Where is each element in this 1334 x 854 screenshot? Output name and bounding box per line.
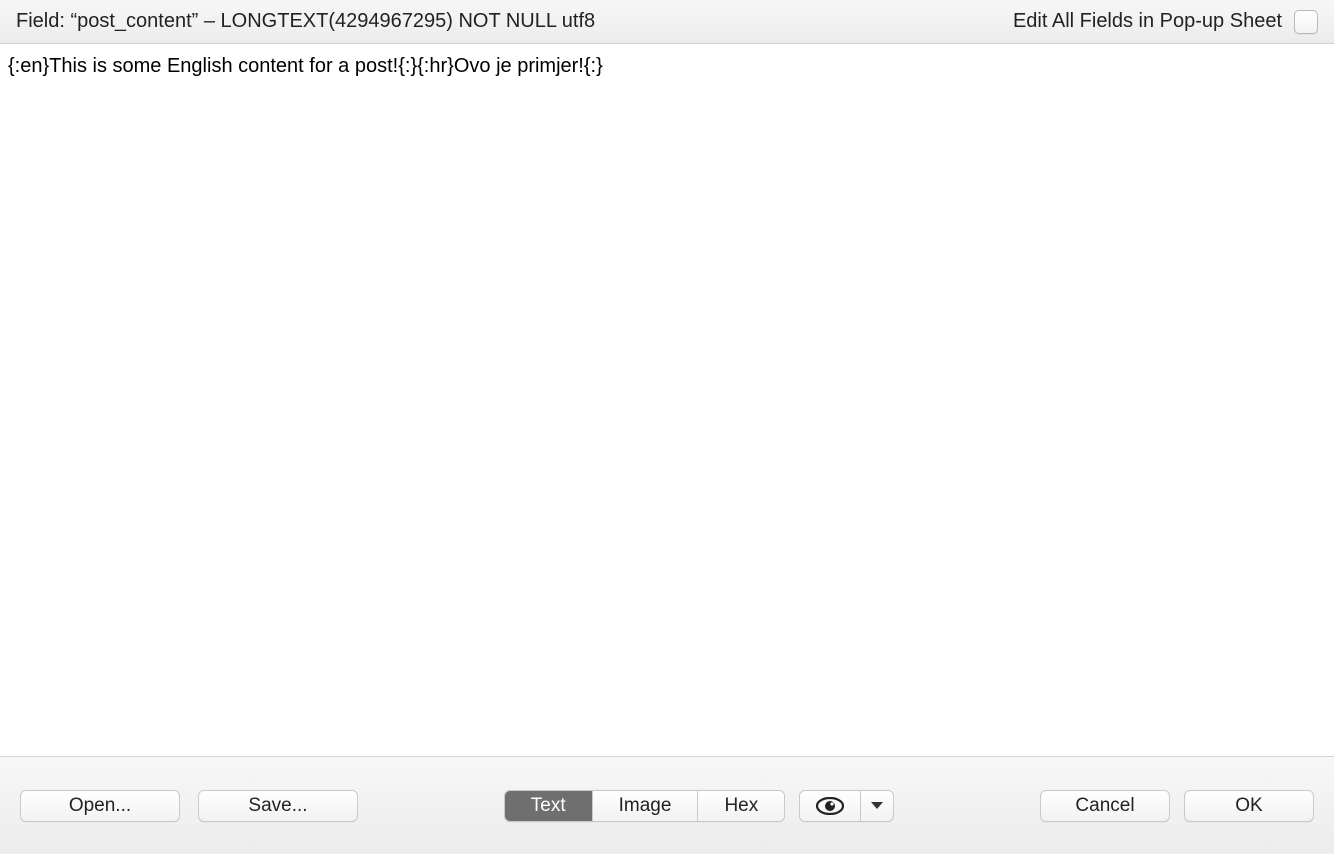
edit-all-fields-checkbox[interactable] [1294, 10, 1318, 34]
ok-button[interactable]: OK [1184, 790, 1314, 822]
edit-all-fields-label: Edit All Fields in Pop-up Sheet [1013, 10, 1282, 33]
quicklook-button[interactable] [800, 791, 861, 821]
chevron-down-icon [871, 802, 883, 809]
content-text[interactable]: {:en}This is some English content for a … [8, 52, 1326, 80]
footer-right: Cancel OK [1040, 790, 1314, 822]
eye-icon [816, 797, 844, 815]
view-mode-hex[interactable]: Hex [698, 791, 784, 821]
view-mode-image[interactable]: Image [593, 791, 699, 821]
header-right: Edit All Fields in Pop-up Sheet [1013, 10, 1318, 34]
content-editor[interactable]: {:en}This is some English content for a … [0, 44, 1334, 756]
save-button[interactable]: Save... [198, 790, 358, 822]
header-bar: Field: “post_content” – LONGTEXT(4294967… [0, 0, 1334, 44]
view-mode-segmented: Text Image Hex [504, 790, 785, 822]
quicklook-dropdown [799, 790, 894, 822]
footer-left: Open... Save... [20, 790, 358, 822]
footer-center: Text Image Hex [504, 790, 894, 822]
field-info: Field: “post_content” – LONGTEXT(4294967… [16, 10, 595, 33]
quicklook-dropdown-arrow[interactable] [861, 791, 893, 821]
cancel-button[interactable]: Cancel [1040, 790, 1170, 822]
field-info-label: Field: “post_content” – LONGTEXT(4294967… [16, 10, 595, 33]
open-button[interactable]: Open... [20, 790, 180, 822]
footer-bar: Open... Save... Text Image Hex [0, 756, 1334, 854]
view-mode-text[interactable]: Text [505, 791, 593, 821]
